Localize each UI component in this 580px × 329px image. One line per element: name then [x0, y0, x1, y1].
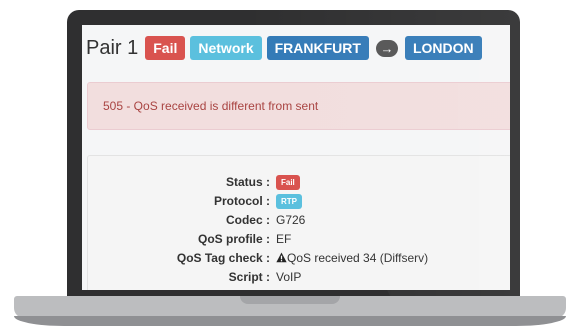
qos-tag-check-value-wrap: QoS received 34 (Diffserv)	[276, 249, 428, 267]
status-badge: Fail	[145, 36, 186, 60]
script-label: Script :	[228, 270, 270, 284]
type-badge: Network	[190, 36, 262, 60]
error-alert-message: 505 - QoS received is different from sen…	[103, 99, 319, 113]
detail-row-status: Status : Fail	[88, 173, 510, 191]
laptop-notch	[240, 296, 340, 304]
script-value: VoIP	[276, 270, 302, 284]
qos-tag-check-label: QoS Tag check :	[176, 251, 270, 265]
destination-location-badge: LONDON	[404, 36, 482, 60]
qos-tag-check-value: QoS received 34 (Diffserv)	[287, 251, 429, 265]
arrow-right-icon: →	[375, 39, 398, 57]
detail-row-qos-profile: QoS profile : EF	[88, 230, 510, 248]
qos-profile-label: QoS profile :	[198, 232, 270, 246]
laptop-screen: Pair 1 Fail Network FRANKFURT → LONDON 5…	[82, 25, 510, 290]
warning-icon	[276, 252, 287, 263]
detail-row-codec: Codec : G726	[88, 211, 510, 229]
detail-row-protocol: Protocol : RTP	[88, 192, 510, 210]
status-label: Status :	[225, 175, 270, 189]
pair-title: Pair 1	[86, 36, 139, 59]
laptop-base-edge	[14, 316, 566, 326]
error-alert: 505 - QoS received is different from sen…	[87, 82, 510, 130]
qos-profile-value: EF	[276, 232, 292, 246]
detail-row-script: Script : VoIP	[88, 268, 510, 286]
codec-label: Codec :	[225, 213, 270, 227]
details-panel: Status : Fail Protocol : RTP Codec : G72…	[87, 155, 510, 290]
protocol-label: Protocol :	[214, 194, 270, 208]
protocol-value-badge: RTP	[276, 194, 302, 210]
codec-value: G726	[276, 213, 306, 227]
pair-header: Pair 1 Fail Network FRANKFURT → LONDON	[86, 35, 482, 61]
detail-row-qos-tag-check: QoS Tag check : QoS received 34 (Diffser…	[88, 249, 510, 267]
source-location-badge: FRANKFURT	[266, 36, 369, 60]
status-value-badge: Fail	[276, 175, 300, 191]
